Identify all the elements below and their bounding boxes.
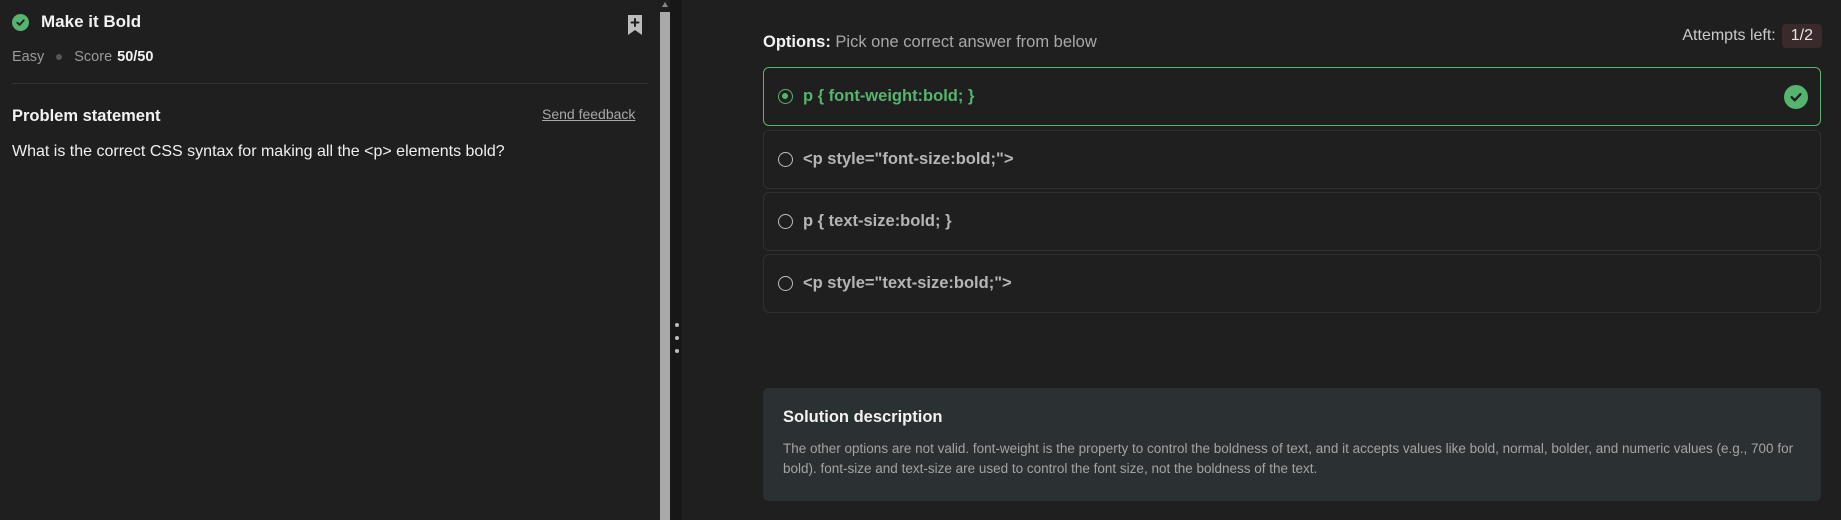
correct-check-icon (1784, 85, 1808, 109)
radio-icon[interactable] (778, 214, 793, 229)
solution-title: Solution description (783, 408, 943, 426)
option-label: p { text-size:bold; } (803, 212, 952, 230)
option-1[interactable]: p { font-weight:bold; } (763, 67, 1821, 126)
scroll-up-arrow-icon[interactable] (662, 2, 668, 7)
send-feedback-link[interactable]: Send feedback (542, 106, 635, 122)
radio-selected-icon[interactable] (778, 89, 793, 104)
problem-statement-text: What is the correct CSS syntax for makin… (12, 143, 505, 160)
option-label: <p style="text-size:bold;"> (803, 274, 1012, 292)
option-3[interactable]: p { text-size:bold; } (763, 192, 1821, 251)
radio-icon[interactable] (778, 276, 793, 291)
attempts-label: Attempts left: (1682, 27, 1776, 44)
solution-description: Solution description The other options a… (763, 388, 1821, 501)
solution-text: The other options are not valid. font-we… (783, 441, 1794, 476)
options-heading: Options: Pick one correct answer from be… (763, 33, 1097, 52)
meta-separator-dot (56, 54, 63, 60)
resize-handle-icon[interactable] (675, 323, 681, 362)
problem-title: Make it Bold (41, 12, 142, 31)
divider (12, 83, 648, 84)
attempts-indicator: Attempts left: 1/2 (1682, 24, 1822, 48)
radio-icon[interactable] (778, 152, 793, 167)
options-subheading: Pick one correct answer from below (835, 33, 1097, 51)
resize-gutter[interactable] (670, 0, 682, 520)
panel-scrollbar[interactable] (660, 0, 670, 520)
attempts-badge: 1/2 (1781, 24, 1822, 48)
options-heading-label: Options: (763, 33, 831, 51)
option-2[interactable]: <p style="font-size:bold;"> (763, 130, 1821, 189)
score-label: Score (74, 49, 113, 65)
problem-statement-title: Problem statement (12, 107, 161, 125)
options-panel: Options: Pick one correct answer from be… (682, 0, 1841, 520)
problem-panel: Make it Bold Easy Score 50/50 Problem st… (0, 0, 660, 520)
option-label: <p style="font-size:bold;"> (803, 150, 1014, 168)
bookmark-add-icon[interactable] (626, 14, 644, 36)
solved-check-icon (12, 13, 29, 31)
option-4[interactable]: <p style="text-size:bold;"> (763, 254, 1821, 313)
problem-title-row: Make it Bold (12, 12, 141, 32)
score-value: 50/50 (117, 49, 154, 65)
option-label: p { font-weight:bold; } (803, 87, 975, 105)
difficulty-label: Easy (12, 49, 45, 65)
problem-meta: Easy Score 50/50 (12, 49, 153, 65)
